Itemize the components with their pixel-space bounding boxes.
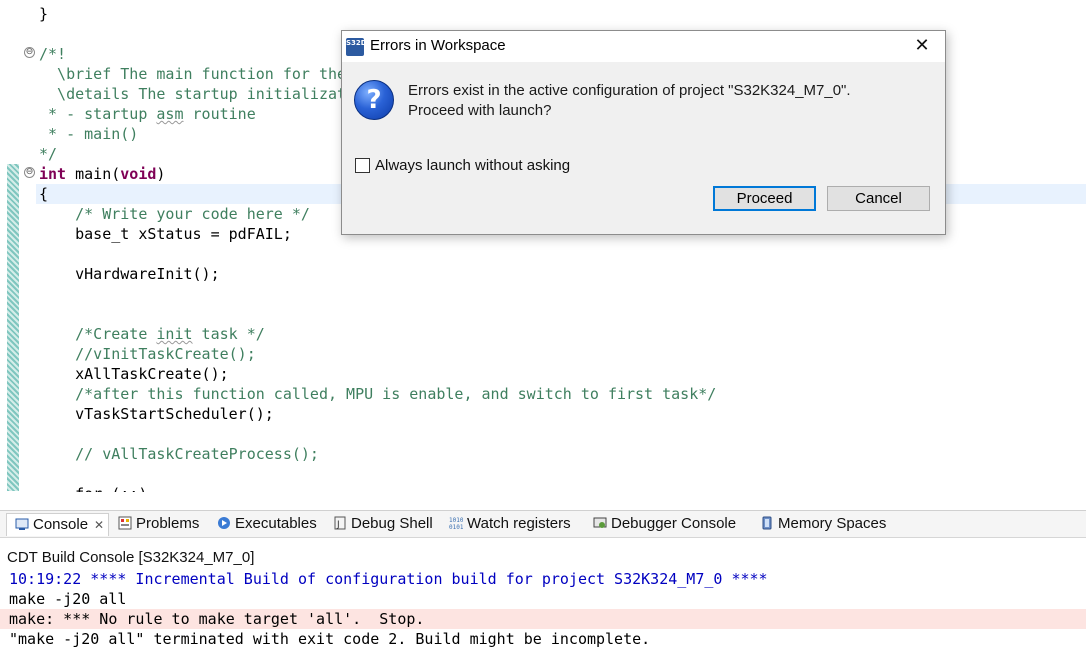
dialog-title: Errors in Workspace xyxy=(370,37,506,54)
tab-console-label: Console xyxy=(33,516,89,533)
tab-problems[interactable]: Problems xyxy=(118,513,199,535)
console-panel: Console ✕ Problems Executables J Debug Sh… xyxy=(0,510,1086,666)
console-output[interactable]: 10:19:22 **** Incremental Build of confi… xyxy=(0,569,1086,649)
svg-text:0101: 0101 xyxy=(449,524,463,530)
tab-executables[interactable]: Executables xyxy=(217,513,317,535)
console-output-line: make: *** No rule to make target 'all'. … xyxy=(0,609,1086,629)
code-token: routine xyxy=(183,105,256,123)
fold-collapse-icon[interactable]: ⊖ xyxy=(24,167,35,178)
code-line[interactable]: //vInitTaskCreate(); xyxy=(39,344,716,364)
debug-shell-icon: J xyxy=(333,515,347,530)
view-tab-bar: Console ✕ Problems Executables J Debug Sh… xyxy=(0,511,1086,538)
tab-problems-label: Problems xyxy=(136,515,200,532)
code-token: //vInitTaskCreate(); xyxy=(39,345,256,363)
code-token: for (;;) xyxy=(39,485,147,492)
code-token: base_t xStatus = pdFAIL; xyxy=(39,225,292,243)
watch-registers-icon: 1010 0101 xyxy=(449,515,464,531)
code-token: ) xyxy=(156,165,166,183)
code-token: */ xyxy=(39,145,58,163)
code-token: // vAllTaskCreateProcess(); xyxy=(39,445,319,463)
code-token: \brief The main function for the xyxy=(39,65,347,83)
errors-dialog: S32DS Errors in Workspace ✕ ? Errors exi… xyxy=(341,30,946,235)
dialog-message-line-1: Errors exist in the active configuration… xyxy=(408,82,851,99)
code-token: int xyxy=(39,165,67,183)
code-token: xAllTaskCreate(); xyxy=(39,365,229,383)
code-token: task */ xyxy=(192,325,265,343)
tab-memory-spaces[interactable]: Memory Spaces xyxy=(760,513,886,535)
tab-debugger-console[interactable]: Debugger Console xyxy=(593,513,736,535)
code-token: \details The startup initializat xyxy=(39,85,347,103)
code-line[interactable]: for (;;) xyxy=(39,484,716,492)
question-icon: ? xyxy=(354,80,394,120)
dialog-titlebar[interactable]: S32DS Errors in Workspace ✕ xyxy=(342,31,945,62)
problems-icon xyxy=(118,515,132,530)
code-line[interactable]: /*after this function called, MPU is ena… xyxy=(39,384,716,404)
code-line[interactable]: } xyxy=(39,4,716,24)
code-token: asm xyxy=(156,105,184,123)
scroll-left-icon[interactable]: < xyxy=(41,491,53,492)
code-line[interactable] xyxy=(39,284,716,304)
folding-gutter xyxy=(22,0,36,492)
code-token: { xyxy=(39,185,49,203)
close-icon[interactable]: ✕ xyxy=(94,518,104,532)
close-icon[interactable]: ✕ xyxy=(911,35,933,56)
console-icon xyxy=(15,516,29,530)
s32ds-app-icon: S32DS xyxy=(346,38,372,56)
code-token: /*! xyxy=(39,45,67,63)
dialog-message: Errors exist in the active configuration… xyxy=(408,81,851,121)
tab-executables-label: Executables xyxy=(235,515,317,532)
code-token: vHardwareInit(); xyxy=(39,265,220,283)
console-output-line: "make -j20 all" terminated with exit cod… xyxy=(9,630,651,648)
tab-debug-shell[interactable]: J Debug Shell xyxy=(333,513,433,535)
code-line[interactable] xyxy=(39,304,716,324)
code-token: init xyxy=(156,325,193,343)
code-token: /* Write your code here */ xyxy=(39,205,310,223)
always-launch-checkbox[interactable] xyxy=(355,158,370,173)
tab-watch-registers[interactable]: 1010 0101 Watch registers xyxy=(449,513,571,535)
code-token: void xyxy=(120,165,157,183)
tab-memory-spaces-label: Memory Spaces xyxy=(778,515,887,532)
code-token: * - startup xyxy=(39,105,157,123)
tab-console[interactable]: Console ✕ xyxy=(6,513,110,536)
fold-collapse-icon[interactable]: ⊖ xyxy=(24,47,35,58)
tab-debug-shell-label: Debug Shell xyxy=(351,515,433,532)
tab-watch-registers-label: Watch registers xyxy=(467,515,571,532)
change-ruler xyxy=(7,164,19,491)
code-line[interactable] xyxy=(39,244,716,264)
console-output-line: make -j20 all xyxy=(9,590,127,608)
console-title: CDT Build Console [S32K324_M7_0] xyxy=(7,549,255,566)
dialog-message-line-2: Proceed with launch? xyxy=(408,102,552,119)
code-line[interactable]: xAllTaskCreate(); xyxy=(39,364,716,384)
code-token: main( xyxy=(66,165,121,183)
svg-text:1010: 1010 xyxy=(449,517,463,524)
code-line[interactable] xyxy=(39,464,716,484)
svg-text:J: J xyxy=(336,520,340,530)
console-output-line: 10:19:22 **** Incremental Build of confi… xyxy=(9,570,768,588)
code-token: /*Create xyxy=(39,325,157,343)
code-token: vTaskStartScheduler(); xyxy=(39,405,274,423)
executables-icon xyxy=(217,515,231,529)
tab-debugger-console-label: Debugger Console xyxy=(611,515,737,532)
code-token: /*after this function called, MPU is ena… xyxy=(39,385,717,403)
code-line[interactable]: vHardwareInit(); xyxy=(39,264,716,284)
always-launch-label: Always launch without asking xyxy=(375,157,571,174)
proceed-button[interactable]: Proceed xyxy=(713,186,816,211)
code-line[interactable] xyxy=(39,424,716,444)
code-line[interactable]: /*Create init task */ xyxy=(39,324,716,344)
debugger-console-icon xyxy=(593,515,607,529)
memory-spaces-icon xyxy=(760,515,774,530)
code-line[interactable]: // vAllTaskCreateProcess(); xyxy=(39,444,716,464)
code-token: * - main() xyxy=(39,125,139,143)
always-launch-option[interactable]: Always launch without asking xyxy=(355,157,570,174)
cancel-button[interactable]: Cancel xyxy=(827,186,930,211)
code-line[interactable]: vTaskStartScheduler(); xyxy=(39,404,716,424)
code-token: } xyxy=(39,5,49,23)
